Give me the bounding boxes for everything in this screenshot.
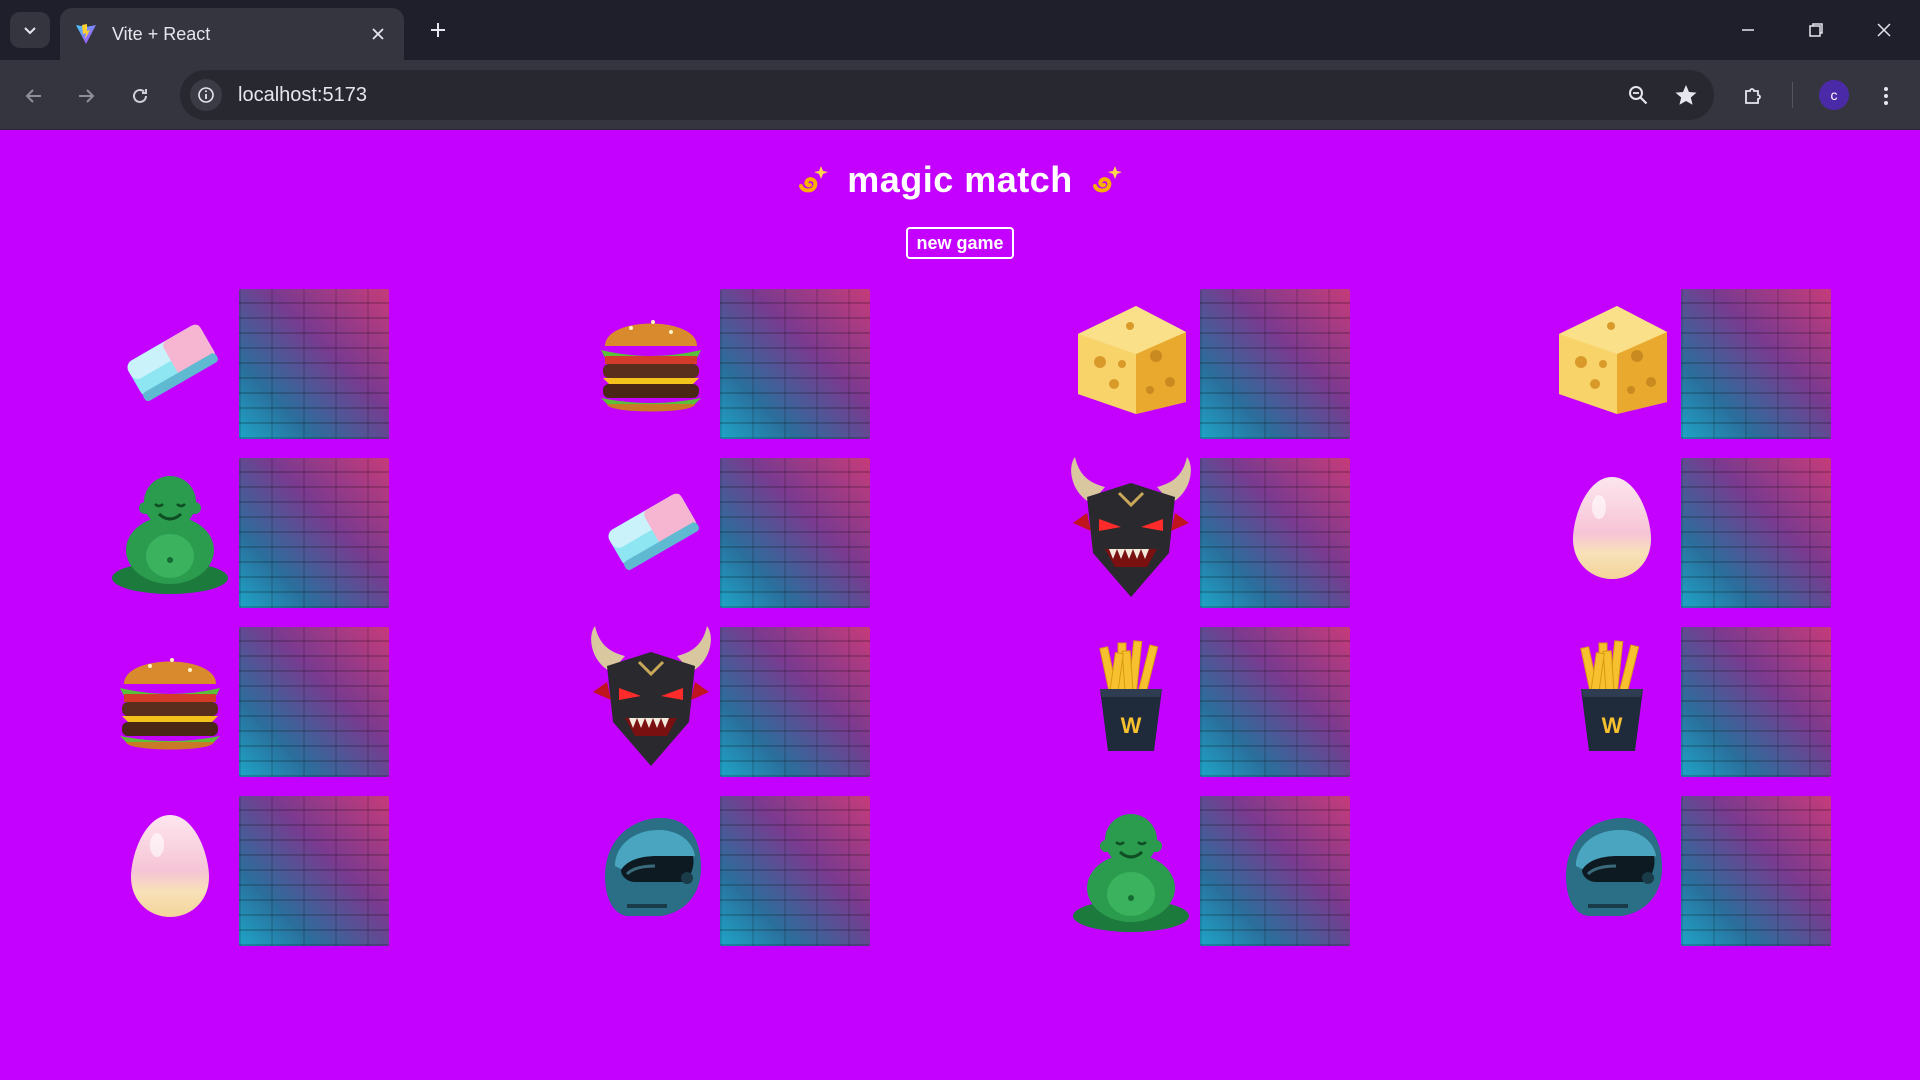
card-back[interactable] [1681,796,1831,946]
card-back[interactable] [720,458,870,608]
card-back[interactable] [1681,289,1831,439]
buddha-icon [112,476,228,594]
helmet-card-front [1542,796,1682,936]
bookmark-button[interactable] [1666,75,1706,115]
dizzy-icon [1093,166,1123,193]
title-text: magic match [847,159,1073,200]
plus-icon [431,23,445,37]
close-window-button[interactable] [1856,8,1912,52]
star-icon [1675,85,1697,105]
zoom-icon [1629,86,1648,105]
egg-icon [131,815,209,917]
browser-tab-bar: Vite + React [0,0,1920,60]
fries-icon: W [1099,640,1162,751]
cheese-icon [1078,306,1186,414]
demon-mask-icon [591,626,711,766]
address-bar[interactable]: localhost:5173 [180,70,1714,120]
reload-button[interactable] [120,76,160,116]
tab-title: Vite + React [112,23,211,44]
browser-tab[interactable]: Vite + React [60,8,404,60]
zoom-button[interactable] [1618,75,1658,115]
eraser-icon [608,493,699,571]
svg-text:W: W [1121,713,1142,738]
egg-card-front [1542,458,1682,598]
minimize-button[interactable] [1720,8,1776,52]
demon-mask-card-front [581,626,721,767]
card-back[interactable] [239,289,389,439]
info-icon [198,87,214,103]
page-title: magic match [0,159,1920,201]
card-back[interactable] [1681,458,1831,608]
egg-icon [1573,477,1651,579]
minimize-icon [1742,29,1754,31]
fries-card-front: W [1061,627,1201,767]
demon-mask-icon [1071,457,1191,597]
helmet-icon [1566,818,1662,916]
new-game-button[interactable]: new game [906,227,1014,259]
arrow-left-icon [25,89,41,103]
toolbar-divider [1792,82,1793,108]
url-text[interactable]: localhost:5173 [238,84,1618,107]
new-tab-button[interactable] [422,14,454,46]
card-back[interactable] [720,289,870,439]
card-back[interactable] [1681,627,1831,777]
card-back[interactable] [1200,627,1350,777]
chevron-down-icon [24,27,36,35]
cheese-card-front [1542,289,1682,429]
close-tab-icon[interactable] [366,22,390,46]
extensions-button[interactable] [1733,76,1773,116]
site-info-button[interactable] [190,79,222,111]
restore-button[interactable] [1788,8,1844,52]
eraser-card-front [100,289,240,429]
eraser-icon [127,324,218,402]
demon-mask-card-front [1061,457,1201,598]
close-icon [1877,23,1891,37]
burger-icon [601,320,701,412]
burger-icon [120,658,220,750]
card-back[interactable] [720,627,870,777]
browser-toolbar: localhost:5173 [0,60,1920,130]
cheese-card-front [1061,289,1201,429]
card-back[interactable] [1200,458,1350,608]
card-back[interactable] [239,458,389,608]
buddha-card-front [1061,796,1201,936]
helmet-icon [605,818,701,916]
dizzy-icon [798,166,828,193]
tab-search-button[interactable] [10,12,50,48]
fries-card-front: W [1542,627,1682,767]
card-back[interactable] [1200,796,1350,946]
puzzle-icon [1745,88,1761,104]
helmet-card-front [581,796,721,936]
card-back[interactable] [239,627,389,777]
reload-icon [133,88,147,103]
egg-card-front [100,796,240,936]
fries-icon: W [1580,640,1643,751]
vite-icon [76,24,96,44]
burger-card-front [100,627,240,767]
buddha-icon [1073,814,1189,932]
profile-avatar[interactable]: c [1819,80,1849,110]
back-button[interactable] [14,76,54,116]
arrow-right-icon [79,89,95,103]
card-back[interactable] [720,796,870,946]
forward-button[interactable] [66,76,106,116]
card-back[interactable] [239,796,389,946]
card-back[interactable] [1200,289,1350,439]
more-vert-icon [1884,87,1888,105]
buddha-card-front [100,458,240,598]
eraser-card-front [581,458,721,598]
restore-icon [1809,23,1823,37]
svg-text:W: W [1602,713,1623,738]
cheese-icon [1559,306,1667,414]
menu-button[interactable] [1866,76,1906,116]
app-page: magic match new game W W [0,131,1920,1080]
burger-card-front [581,289,721,429]
